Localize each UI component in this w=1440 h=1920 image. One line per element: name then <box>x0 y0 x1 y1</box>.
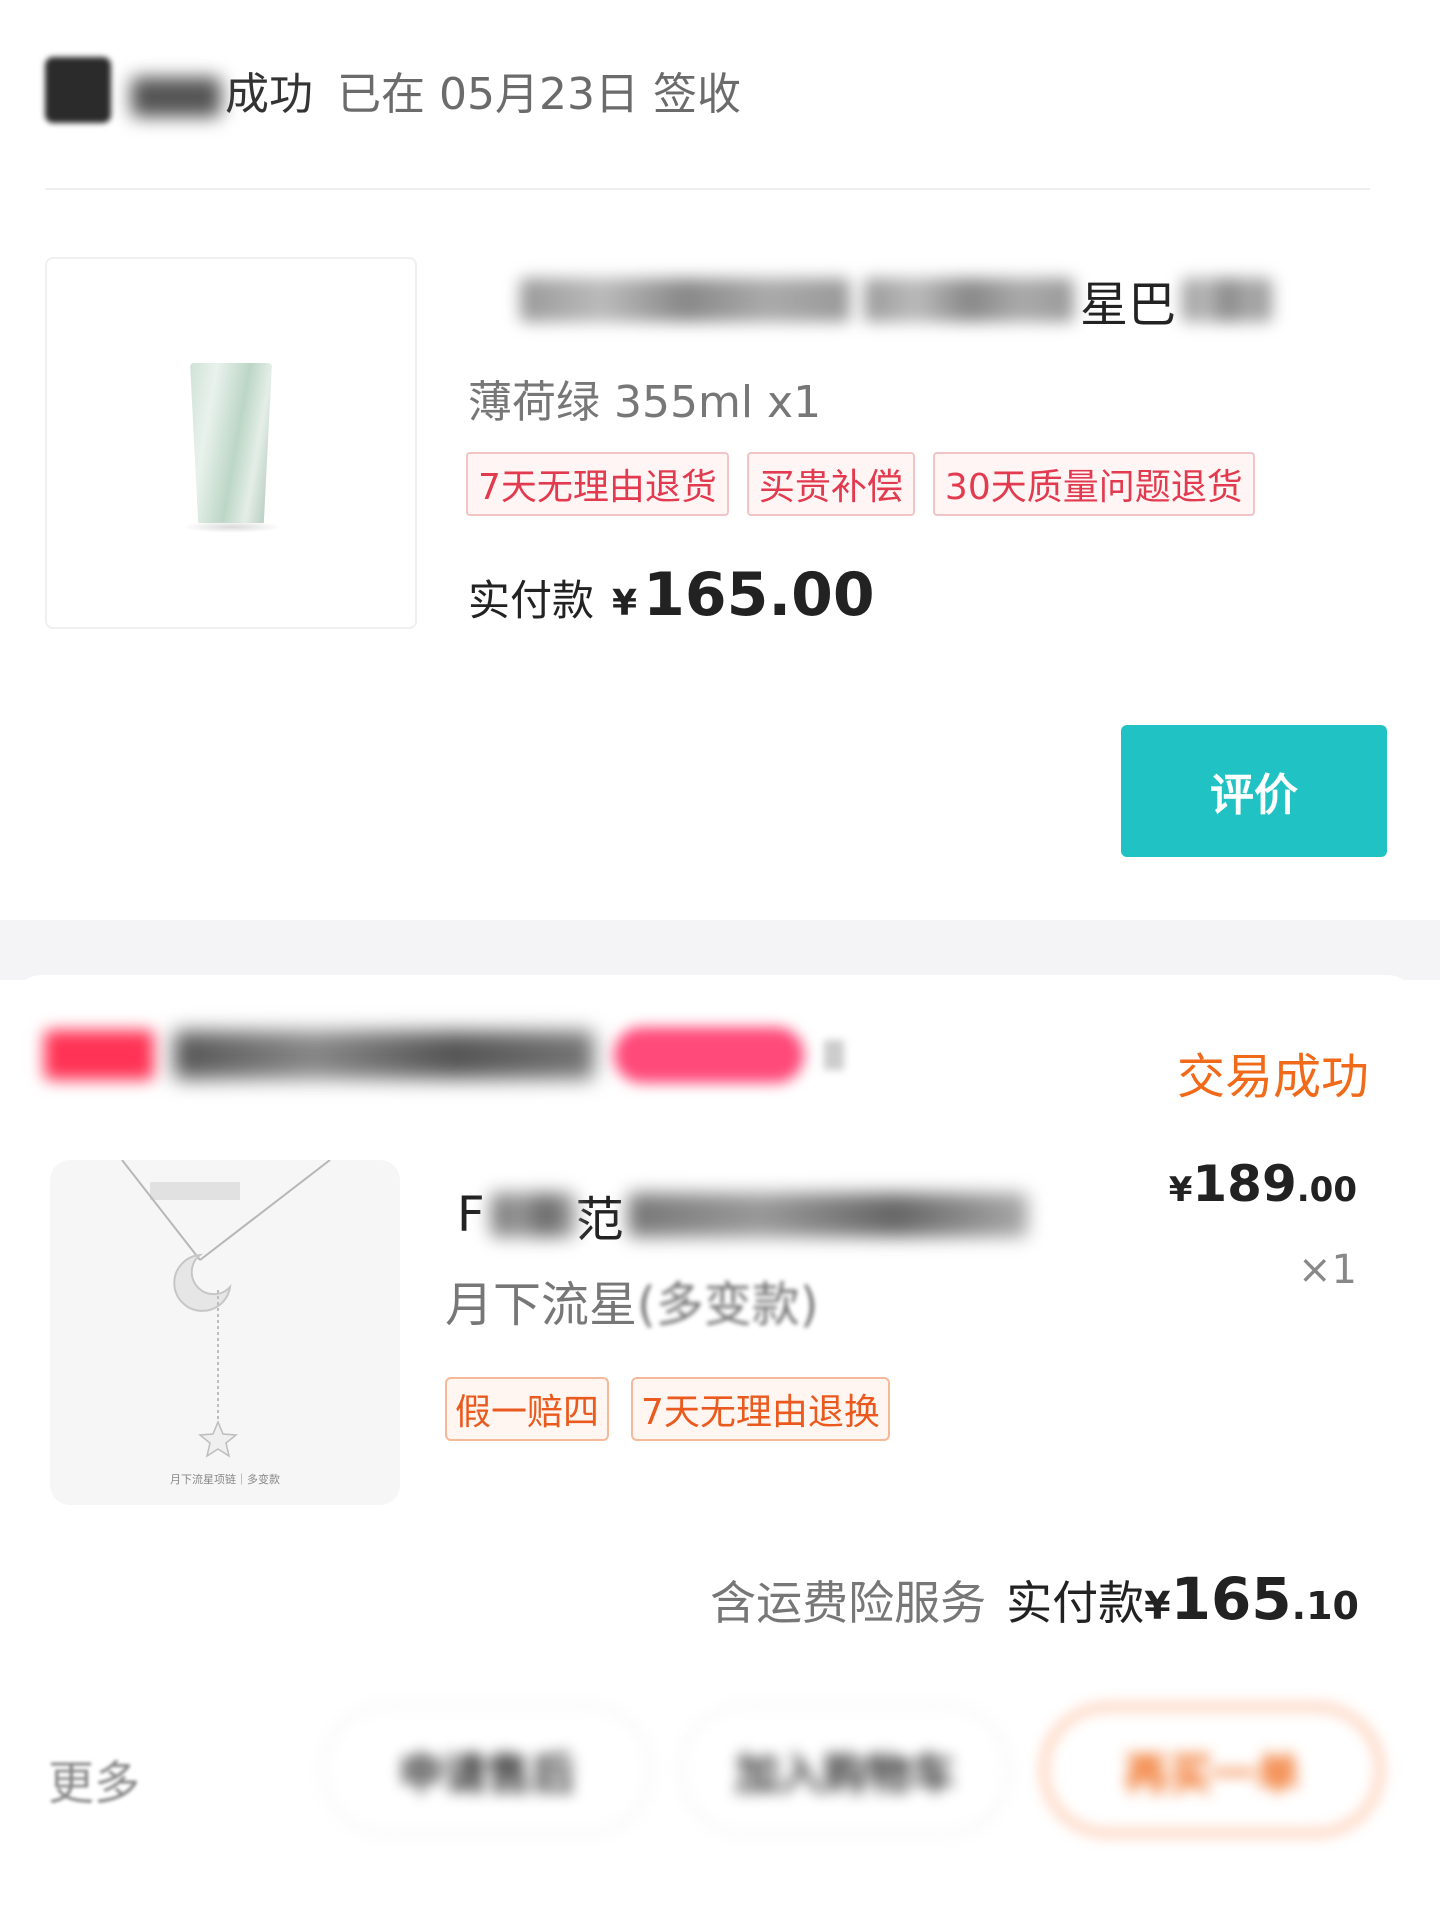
more-button[interactable]: 更多 <box>48 1747 140 1813</box>
delivery-sign-text: 已在 05月23日 签收 <box>337 69 741 120</box>
add-to-cart-button[interactable]: 加入购物车 <box>680 1705 1010 1835</box>
paid-amount-row: 含运费险服务 实付款 ¥ 165 .10 <box>710 1565 1359 1633</box>
product-thumbnail[interactable]: 月下流星项链｜多变款 <box>50 1160 400 1505</box>
insurance-text: 含运费险服务 <box>710 1576 987 1630</box>
shop-badge <box>44 1030 154 1080</box>
service-tag: 7天无理由退货 <box>466 452 729 516</box>
service-tag: 30天质量问题退货 <box>932 452 1255 516</box>
product-thumbnail[interactable] <box>45 257 417 629</box>
order-card-1: 成功 已在 05月23日 签收 星巴 薄荷绿 355ml x1 7天无理由退货 … <box>0 0 1440 920</box>
order-card-2: 交易成功 月下流星项链｜多变款 F 范 月下流星(多变款) ¥189.00 ×1… <box>12 975 1417 1880</box>
currency-symbol: ¥ <box>1144 1584 1171 1628</box>
blurred-title-part <box>520 278 850 322</box>
order-status: 交易成功 <box>1176 1049 1369 1105</box>
paid-label: 实付款 <box>1006 1576 1145 1630</box>
service-tags: 假一赔四 7天无理由退换 <box>445 1377 890 1441</box>
blurred-status-prefix <box>131 77 221 117</box>
quantity: ×1 <box>1298 1247 1357 1293</box>
necklace-image <box>121 1160 331 1458</box>
title-visible-text: F <box>457 1187 485 1243</box>
paid-amount: 165.00 <box>643 560 875 630</box>
product-title[interactable]: F 范 <box>457 1180 1157 1250</box>
unit-price: ¥189.00 <box>1168 1155 1357 1213</box>
paid-label: 实付款 <box>468 576 595 625</box>
chevron-right-icon <box>824 1040 844 1070</box>
order-header[interactable]: 成功 已在 05月23日 签收 <box>45 55 741 125</box>
blurred-title-part <box>490 1193 576 1237</box>
product-title[interactable]: 星巴 <box>520 265 1350 335</box>
tumbler-image <box>182 363 282 533</box>
paid-amount-row: 实付款 ¥ 165.00 <box>468 560 875 630</box>
shop-avatar[interactable] <box>45 57 111 123</box>
title-visible-text: 范 <box>575 1192 624 1248</box>
thumbnail-caption: 月下流星项链｜多变款 <box>170 1473 280 1486</box>
paid-amount-int: 165 <box>1170 1565 1292 1633</box>
blurred-title-part <box>1182 278 1273 322</box>
service-tag: 7天无理由退换 <box>631 1377 890 1441</box>
shop-header[interactable] <box>44 1025 844 1085</box>
review-button[interactable]: 评价 <box>1121 725 1387 857</box>
shop-name-blurred <box>174 1031 594 1079</box>
paid-amount-dec: .10 <box>1291 1584 1359 1628</box>
order-status: 成功 <box>131 58 313 122</box>
title-visible-text: 星巴 <box>1080 277 1177 333</box>
blurred-title-part <box>627 1193 1028 1237</box>
service-tag: 买贵补偿 <box>746 452 915 516</box>
shop-pill-blurred <box>614 1027 804 1083</box>
currency-symbol: ¥ <box>612 583 638 624</box>
buy-again-button[interactable]: 再买一单 <box>1042 1705 1382 1835</box>
card-separator <box>0 920 1440 980</box>
service-tag: 假一赔四 <box>445 1377 610 1441</box>
product-spec: 薄荷绿 355ml x1 <box>468 377 822 428</box>
service-tags: 7天无理由退货 买贵补偿 30天质量问题退货 <box>466 452 1255 516</box>
product-spec: 月下流星(多变款) <box>445 1277 819 1333</box>
after-sales-button[interactable]: 申请售后 <box>322 1705 652 1835</box>
blurred-title-part <box>864 278 1074 322</box>
divider <box>45 188 1370 190</box>
